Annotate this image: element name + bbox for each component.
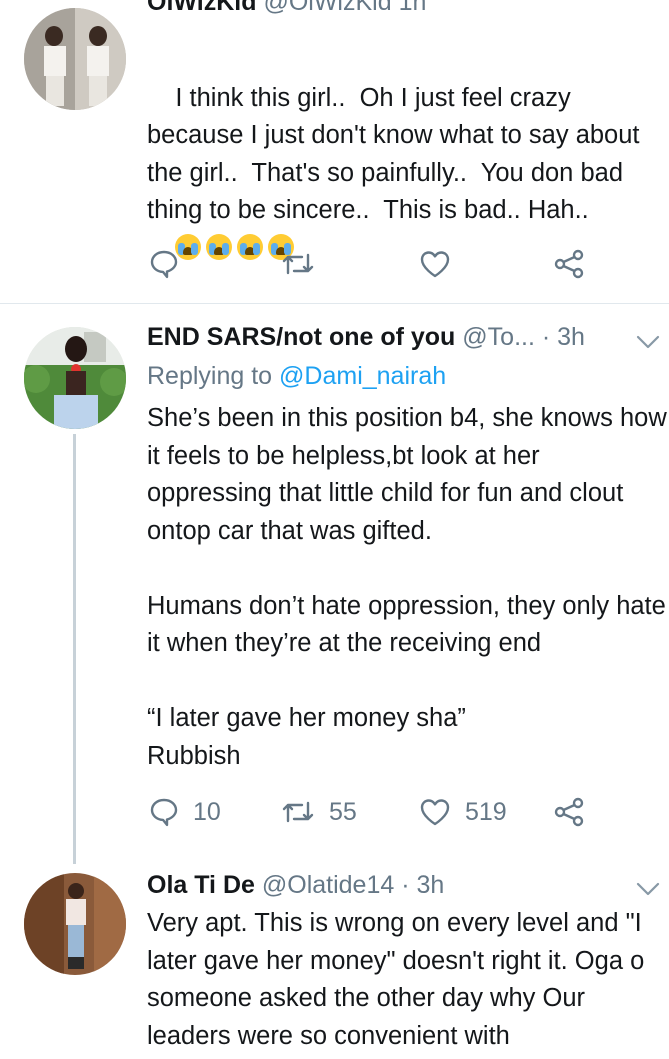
chevron-down-icon[interactable] [635,329,661,355]
reply-count: 10 [193,797,221,826]
share-button[interactable] [553,249,585,279]
share-button[interactable] [553,797,585,827]
tweet-text: Very apt. This is wrong on every level a… [147,909,652,1050]
tweet-text: She’s been in this position b4, she know… [147,404,667,770]
display-name[interactable]: END SARS/not one of you [147,323,455,351]
tweet-actions: 10 55 519 [147,797,597,829]
reply-button[interactable] [149,249,193,279]
tweet-2[interactable]: END SARS/not one of you @To... · 3h Repl… [0,304,669,864]
timestamp[interactable]: · 3h [401,871,444,899]
replying-to-label: Replying to [147,362,273,390]
display-name[interactable]: OlWizKid [147,0,257,16]
retweet-button[interactable] [281,249,329,279]
tweet-header: OlWizKid @OlWizKid 1h [147,0,426,17]
like-button[interactable] [419,249,465,279]
user-handle[interactable]: @OlWizKid [263,0,391,16]
chevron-down-icon[interactable] [635,876,661,902]
display-name[interactable]: Ola Ti De [147,871,255,899]
mention-link[interactable]: @Dami_nairah [279,362,446,390]
heart-icon [420,251,450,278]
tweet-3[interactable]: Ola Ti De @Olatide14 · 3h Very apt. This… [0,864,669,1059]
retweet-button[interactable]: 55 [281,797,357,827]
like-button[interactable]: 519 [419,797,507,827]
tweet-header: END SARS/not one of you @To... · 3h [147,323,585,352]
reply-button[interactable]: 10 [149,797,221,827]
reply-icon [150,798,178,827]
user-handle[interactable]: @To... [462,323,535,351]
avatar[interactable] [24,873,126,975]
retweet-icon [282,801,314,823]
heart-icon [420,799,450,826]
thread-connector [73,434,76,864]
tweet-1[interactable]: OlWizKid @OlWizKid 1h I think this girl.… [0,0,669,303]
timestamp[interactable]: · 3h [542,323,585,351]
tweet-text-content: I think this girl.. Oh I just feel crazy… [147,83,647,225]
avatar[interactable] [24,8,126,110]
retweet-icon [282,253,314,275]
user-handle[interactable]: @Olatide14 [262,871,394,899]
reply-icon [150,250,178,279]
share-icon [554,249,584,279]
like-count: 519 [465,797,507,826]
avatar[interactable] [24,327,126,429]
share-icon [554,797,584,827]
retweet-count: 55 [329,797,357,826]
timestamp[interactable]: 1h [399,0,427,16]
tweet-actions [147,249,597,281]
tweet-header: Ola Ti De @Olatide14 · 3h [147,871,444,900]
replying-to: Replying to @Dami_nairah [147,362,446,391]
